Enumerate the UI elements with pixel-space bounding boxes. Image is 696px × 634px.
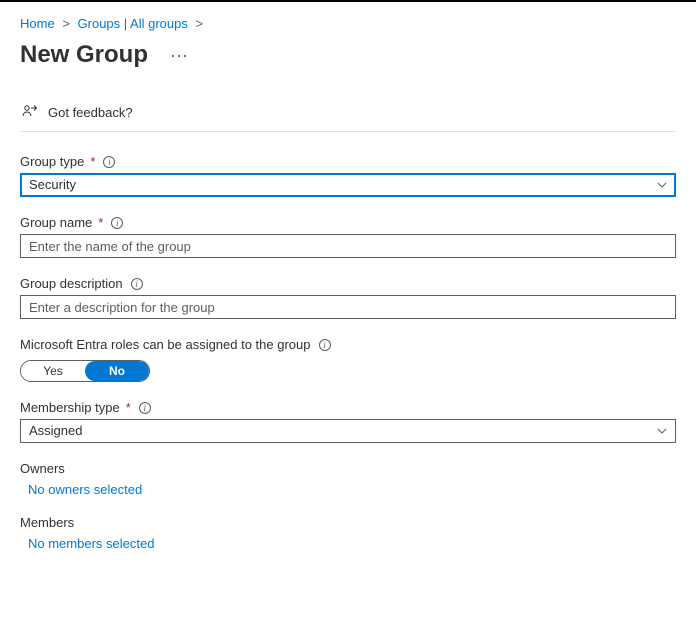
breadcrumb-home[interactable]: Home [20, 16, 55, 31]
info-icon[interactable]: i [131, 278, 143, 290]
info-icon[interactable]: i [319, 339, 331, 351]
info-icon[interactable]: i [103, 156, 115, 168]
group-name-label: Group name [20, 215, 92, 230]
group-name-input[interactable] [20, 234, 676, 258]
membership-type-label: Membership type [20, 400, 120, 415]
more-icon[interactable]: ··· [170, 48, 188, 62]
feedback-link[interactable]: Got feedback? [20, 93, 676, 132]
group-desc-input[interactable] [20, 295, 676, 319]
group-type-select[interactable]: Security [20, 173, 676, 197]
required-mark: * [98, 215, 103, 230]
required-mark: * [90, 154, 95, 169]
group-desc-label: Group description [20, 276, 123, 291]
group-type-label: Group type [20, 154, 84, 169]
members-label: Members [20, 515, 676, 530]
page-title: New Group [20, 41, 148, 69]
breadcrumb: Home > Groups | All groups > [20, 2, 676, 37]
breadcrumb-groups[interactable]: Groups | All groups [78, 16, 188, 31]
membership-type-select[interactable]: Assigned [20, 419, 676, 443]
entra-roles-label: Microsoft Entra roles can be assigned to… [20, 337, 311, 352]
toggle-no[interactable]: No [85, 361, 149, 381]
members-empty-link[interactable]: No members selected [20, 536, 676, 551]
toggle-yes[interactable]: Yes [21, 361, 85, 381]
owners-label: Owners [20, 461, 676, 476]
info-icon[interactable]: i [139, 402, 151, 414]
info-icon[interactable]: i [111, 217, 123, 229]
chevron-right-icon: > [195, 16, 203, 31]
chevron-right-icon: > [62, 16, 70, 31]
feedback-label: Got feedback? [48, 105, 133, 120]
required-mark: * [126, 400, 131, 415]
entra-roles-toggle[interactable]: Yes No [20, 360, 150, 382]
owners-empty-link[interactable]: No owners selected [20, 482, 676, 497]
feedback-icon [20, 103, 38, 121]
